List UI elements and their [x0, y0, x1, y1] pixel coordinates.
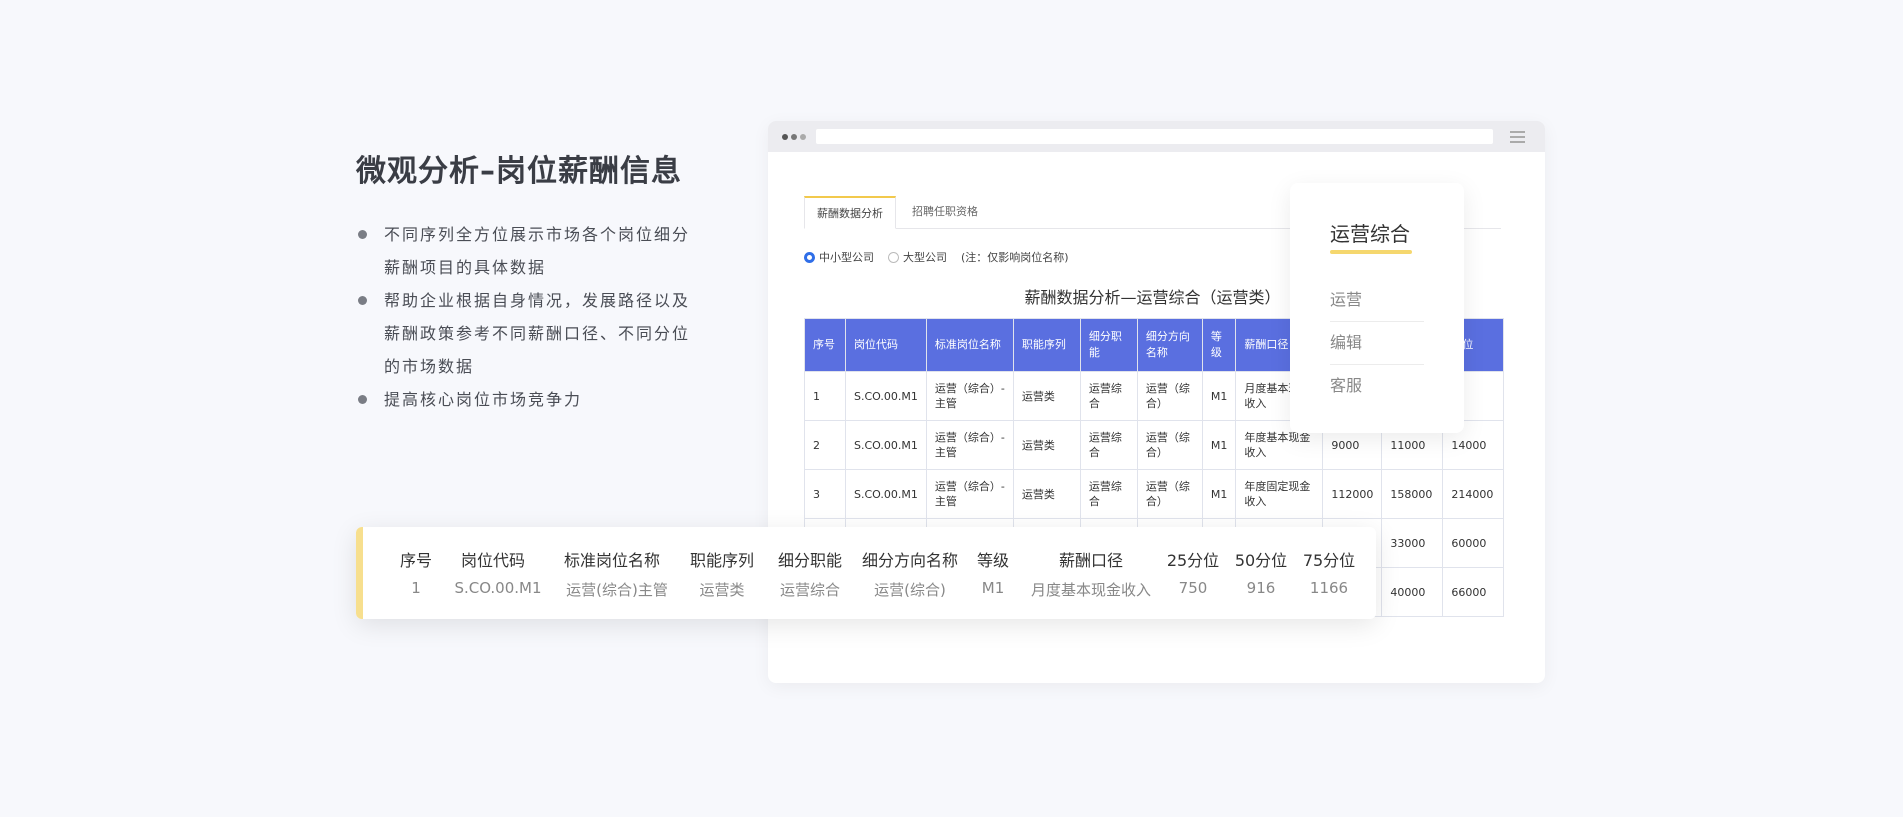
window-controls — [782, 134, 806, 140]
table-cell: 运营（综合）-主管 — [925, 371, 1014, 421]
overlay-value: 运营(综合) — [874, 581, 946, 599]
overlay-header: 等级 — [976, 551, 1009, 570]
card-accent-bar — [356, 527, 363, 619]
browser-toolbar — [768, 121, 1545, 152]
overlay-value: S.CO.00.M1 — [454, 579, 542, 597]
table-cell: 运营类 — [1012, 420, 1081, 470]
table-cell: 112000 — [1322, 469, 1383, 519]
feature-text: 不同序列全方位展示市场各个岗位细分 — [384, 225, 691, 244]
overlay-value: 1166 — [1309, 579, 1349, 597]
overlay-header: 岗位代码 — [460, 551, 525, 570]
table-cell: 2 — [804, 420, 846, 470]
overlay-value: 750 — [1178, 579, 1208, 597]
company-size-radio-group: 中小型公司 大型公司 (注：仅影响岗位名称) — [804, 249, 1069, 265]
overlay-value: 运营(综合)主管 — [566, 581, 668, 599]
overlay-value: 运营综合 — [779, 581, 840, 599]
address-bar[interactable] — [816, 129, 1493, 144]
col-header: 序号 — [804, 318, 846, 372]
table-cell: 运营（综合） — [1136, 469, 1203, 519]
table-cell: 运营（综合） — [1136, 371, 1203, 421]
table-cell: 3 — [804, 469, 846, 519]
table-row: 3 S.CO.00.M1 运营（综合）-主管 运营类 运营综合 运营（综合） M… — [804, 469, 1505, 519]
table-cell: 40000 — [1381, 567, 1444, 617]
feature-item: 不同序列全方位展示市场各个岗位细分 薪酬项目的具体数据 — [356, 218, 696, 284]
feature-item: 帮助企业根据自身情况，发展路径以及 薪酬政策参考不同薪酬口径、不同分位 的市场数… — [356, 284, 696, 383]
table-cell: 运营综合 — [1079, 371, 1138, 421]
radio-large-company[interactable] — [888, 251, 899, 263]
feature-text: 薪酬项目的具体数据 — [384, 258, 547, 277]
overlay-value: 916 — [1246, 579, 1276, 597]
table-cell: M1 — [1201, 371, 1237, 421]
overlay-header: 职能序列 — [689, 551, 754, 570]
table-cell: S.CO.00.M1 — [845, 469, 927, 519]
table-cell: 运营综合 — [1079, 420, 1138, 470]
col-header: 细分方向名称 — [1136, 318, 1203, 372]
table-cell: 60000 — [1442, 518, 1505, 568]
overlay-header: 薪酬口径 — [1058, 551, 1123, 570]
popup-item-editing[interactable]: 编辑 — [1330, 322, 1424, 365]
highlight-row-card: 序号 岗位代码 标准岗位名称 职能序列 细分职能 细分方向名称 等级 薪酬口径 … — [356, 527, 1376, 619]
page-title: 微观分析–岗位薪酬信息 — [356, 154, 682, 189]
table-cell: 年度固定现金收入 — [1235, 469, 1324, 519]
table-cell: M1 — [1201, 469, 1237, 519]
table-cell: 158000 — [1381, 469, 1444, 519]
radio-small-company-label: 中小型公司 — [819, 251, 874, 264]
overlay-value: 月度基本现金收入 — [1030, 581, 1151, 599]
feature-item: 提高核心岗位市场竞争力 — [356, 383, 696, 416]
table-cell: 运营类 — [1012, 371, 1081, 421]
overlay-header: 标准岗位名称 — [563, 551, 660, 570]
table-cell: M1 — [1201, 420, 1237, 470]
window-dot-icon — [791, 134, 797, 140]
popup-item-operations[interactable]: 运营 — [1330, 279, 1424, 322]
col-header: 职能序列 — [1012, 318, 1081, 372]
table-cell: 运营（综合） — [1136, 420, 1203, 470]
window-dot-icon — [782, 134, 788, 140]
feature-text: 薪酬政策参考不同薪酬口径、不同分位 — [384, 324, 691, 343]
overlay-header: 50分位 — [1234, 551, 1288, 570]
table-cell: 66000 — [1442, 567, 1505, 617]
overlay-value: 运营类 — [699, 581, 745, 599]
overlay-header: 75分位 — [1302, 551, 1356, 570]
window-dot-icon — [800, 134, 806, 140]
feature-text: 帮助企业根据自身情况，发展路径以及 — [384, 291, 691, 310]
table-cell: 33000 — [1381, 518, 1444, 568]
table-cell: 运营类 — [1012, 469, 1081, 519]
table-cell: 运营（综合）-主管 — [925, 420, 1014, 470]
radio-small-company[interactable] — [804, 251, 815, 263]
bullet-dot-icon — [358, 395, 367, 404]
table-cell: S.CO.00.M1 — [845, 420, 927, 470]
col-header: 岗位代码 — [845, 318, 927, 372]
radio-note: (注：仅影响岗位名称) — [961, 251, 1069, 264]
popup-title: 运营综合 — [1330, 222, 1410, 246]
col-header: 细分职能 — [1079, 318, 1138, 372]
feature-text: 提高核心岗位市场竞争力 — [384, 390, 583, 409]
overlay-header: 25分位 — [1166, 551, 1220, 570]
popup-item-customer-service[interactable]: 客服 — [1330, 365, 1424, 407]
bullet-dot-icon — [358, 296, 367, 305]
feature-list: 不同序列全方位展示市场各个岗位细分 薪酬项目的具体数据 帮助企业根据自身情况，发… — [356, 218, 696, 416]
tab-salary-analysis[interactable]: 薪酬数据分析 — [804, 196, 896, 229]
table-cell: S.CO.00.M1 — [845, 371, 927, 421]
feature-text: 的市场数据 — [384, 357, 475, 376]
overlay-value: M1 — [981, 579, 1005, 597]
radio-large-company-label: 大型公司 — [903, 251, 947, 264]
popup-title-underline — [1330, 250, 1412, 254]
table-cell: 运营综合 — [1079, 469, 1138, 519]
tab-recruit-qualification[interactable]: 招聘任职资格 — [900, 196, 990, 227]
table-cell: 214000 — [1442, 469, 1505, 519]
hamburger-menu-icon[interactable] — [1510, 131, 1525, 146]
overlay-value: 1 — [411, 579, 421, 597]
overlay-header: 序号 — [399, 551, 432, 570]
col-header: 标准岗位名称 — [925, 318, 1014, 372]
col-header: 等级 — [1201, 318, 1237, 372]
category-popup: 运营综合 运营 编辑 客服 — [1290, 183, 1464, 433]
overlay-header: 细分职能 — [777, 551, 842, 570]
table-cell: 1 — [804, 371, 846, 421]
overlay-header: 细分方向名称 — [861, 551, 958, 570]
table-cell: 运营（综合）-主管 — [925, 469, 1014, 519]
bullet-dot-icon — [358, 230, 367, 239]
